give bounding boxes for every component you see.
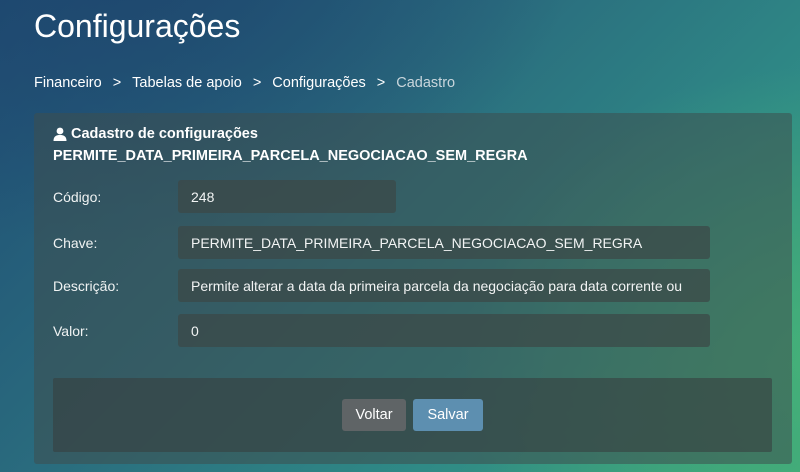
descricao-label: Descrição:: [53, 277, 120, 294]
breadcrumb-item-tabelas-de-apoio[interactable]: Tabelas de apoio: [132, 75, 242, 91]
form-row-codigo: Código: 248: [53, 180, 396, 213]
card-subtitle: PERMITE_DATA_PRIMEIRA_PARCELA_NEGOCIACAO…: [53, 148, 528, 164]
breadcrumb-separator: >: [376, 75, 386, 91]
user-icon: [53, 127, 67, 141]
card-title: Cadastro de configurações: [71, 126, 258, 142]
breadcrumb-separator: >: [252, 75, 262, 91]
card-header: Cadastro de configurações PERMITE_DATA_P…: [53, 126, 528, 164]
breadcrumb-item-cadastro: Cadastro: [396, 75, 456, 91]
breadcrumb-separator: >: [112, 75, 122, 91]
form-row-descricao: Descrição: Permite alterar a data da pri…: [53, 269, 710, 302]
valor-label: Valor:: [53, 322, 89, 339]
chave-field[interactable]: PERMITE_DATA_PRIMEIRA_PARCELA_NEGOCIACAO…: [178, 226, 710, 259]
descricao-field[interactable]: Permite alterar a data da primeira parce…: [178, 269, 710, 302]
codigo-label: Código:: [53, 188, 102, 205]
form-actions: Voltar Salvar: [53, 378, 772, 452]
page-title: Configurações: [34, 8, 241, 44]
codigo-field[interactable]: 248: [178, 180, 396, 213]
breadcrumb: Financeiro > Tabelas de apoio > Configur…: [34, 75, 455, 91]
breadcrumb-item-configuracoes[interactable]: Configurações: [272, 75, 366, 91]
save-button[interactable]: Salvar: [413, 399, 483, 431]
valor-field[interactable]: 0: [178, 314, 710, 347]
chave-label: Chave:: [53, 234, 98, 251]
form-row-valor: Valor: 0: [53, 314, 710, 347]
card-title-row: Cadastro de configurações: [53, 126, 528, 142]
form-row-chave: Chave: PERMITE_DATA_PRIMEIRA_PARCELA_NEG…: [53, 226, 710, 259]
breadcrumb-item-financeiro[interactable]: Financeiro: [34, 75, 102, 91]
back-button[interactable]: Voltar: [342, 399, 406, 431]
config-form-card: Cadastro de configurações PERMITE_DATA_P…: [34, 113, 792, 464]
